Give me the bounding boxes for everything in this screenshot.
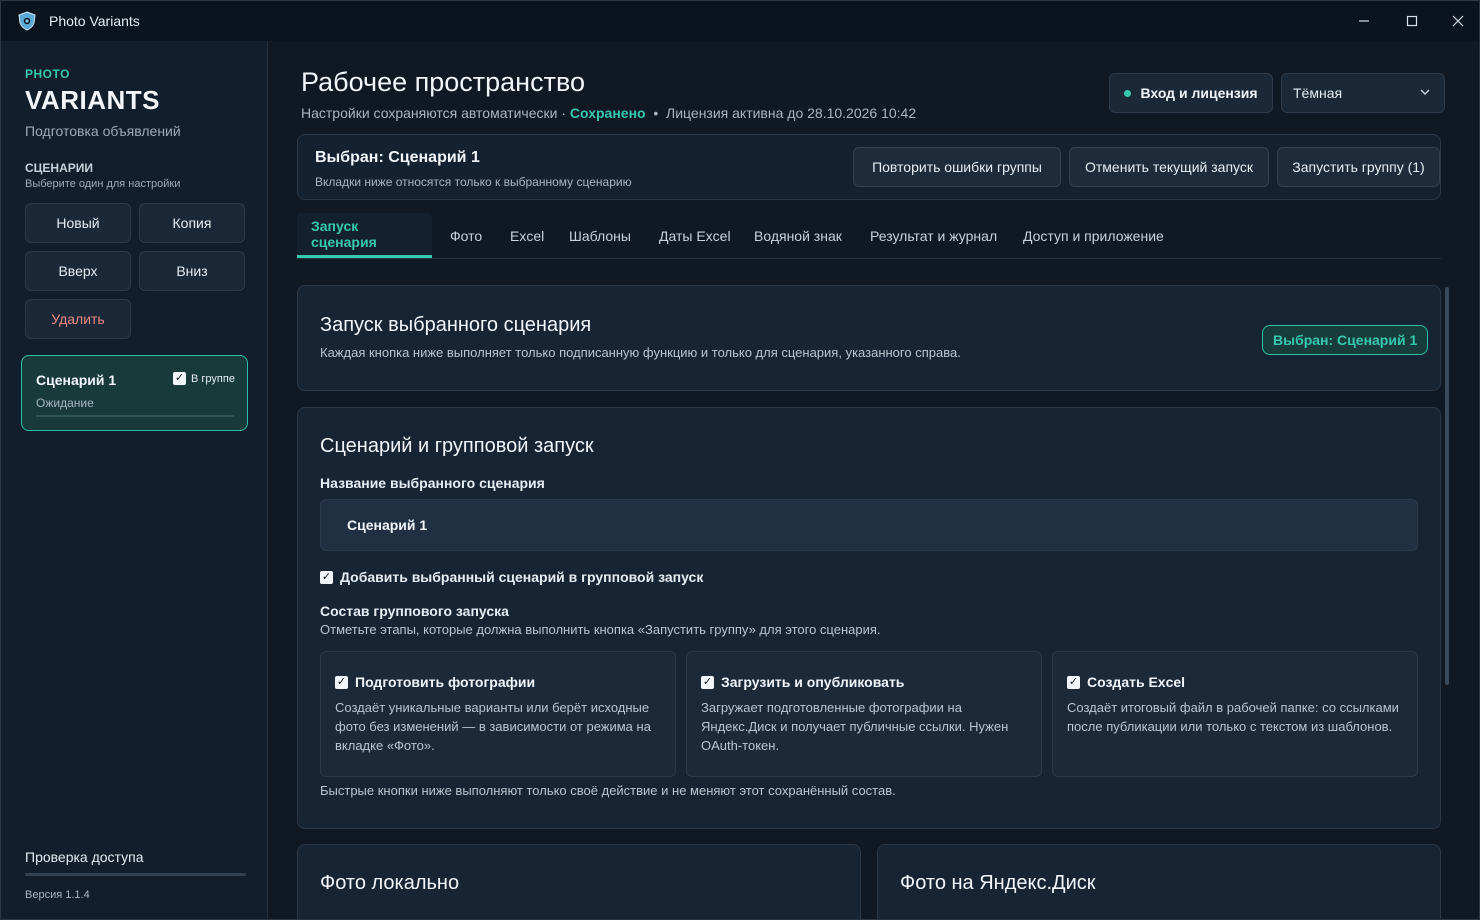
step-title: Создать Excel bbox=[1087, 674, 1186, 690]
photo-local-card: Фото локально bbox=[297, 844, 861, 919]
step-desc: Создаёт итоговый файл в рабочей папке: с… bbox=[1067, 700, 1399, 734]
step-prepare-photos[interactable]: ✓ Подготовить фотографии Создаёт уникаль… bbox=[320, 651, 676, 777]
content-scrollbar[interactable] bbox=[1445, 287, 1449, 685]
checkbox-checked-icon: ✓ bbox=[335, 675, 348, 689]
checkbox-checked-icon: ✓ bbox=[1067, 675, 1080, 689]
app-window: Photo Variants PHOTO VARIANTS Подготовка… bbox=[0, 0, 1480, 920]
launch-card-title: Запуск выбранного сценария bbox=[320, 314, 592, 336]
photo-disk-title: Фото на Яндекс.Диск bbox=[900, 872, 1096, 894]
step-upload-publish[interactable]: ✓ Загрузить и опубликовать Загружает под… bbox=[686, 651, 1042, 777]
composition-title: Состав группового запуска bbox=[320, 603, 509, 619]
launch-card-desc: Каждая кнопка ниже выполняет только подп… bbox=[320, 345, 961, 360]
step-desc: Загружает подготовленные фотографии на Я… bbox=[701, 700, 1009, 753]
checkbox-checked-icon: ✓ bbox=[701, 675, 714, 689]
in-group-checkbox[interactable]: ✓ В группе bbox=[173, 372, 235, 385]
upload-publish-checkbox[interactable]: ✓ Загрузить и опубликовать bbox=[701, 674, 904, 690]
tab-templates[interactable]: Шаблоны bbox=[555, 213, 645, 258]
scenario-name: Сценарий 1 bbox=[36, 372, 117, 388]
selected-scenario-panel: Выбран: Сценарий 1 Вкладки ниже относятс… bbox=[297, 134, 1441, 200]
sidebar: PHOTO VARIANTS Подготовка объявлений СЦЕ… bbox=[1, 41, 268, 919]
copy-scenario-button[interactable]: Копия bbox=[139, 203, 245, 243]
move-up-button[interactable]: Вверх bbox=[25, 251, 131, 291]
cancel-run-button[interactable]: Отменить текущий запуск bbox=[1069, 147, 1269, 187]
checkbox-checked-icon: ✓ bbox=[320, 570, 333, 584]
in-group-label: В группе bbox=[191, 372, 235, 385]
selected-scenario-hint: Вкладки ниже относятся только к выбранно… bbox=[315, 175, 632, 189]
group-run-card: Сценарий и групповой запуск Название выб… bbox=[297, 407, 1441, 829]
launch-card: Запуск выбранного сценария Каждая кнопка… bbox=[297, 285, 1441, 391]
save-status-line: Настройки сохраняются автоматически · Со… bbox=[301, 105, 916, 121]
close-button[interactable] bbox=[1435, 1, 1479, 41]
title-bar[interactable]: Photo Variants bbox=[1, 1, 1479, 41]
scenarios-hint: Выберите один для настройки bbox=[25, 178, 181, 190]
shield-logo-icon bbox=[18, 11, 36, 31]
tab-excel-dates[interactable]: Даты Excel bbox=[645, 213, 745, 258]
autosave-text: Настройки сохраняются автоматически · bbox=[301, 105, 570, 121]
step-title: Подготовить фотографии bbox=[355, 674, 536, 690]
move-down-button[interactable]: Вниз bbox=[139, 251, 245, 291]
run-group-button[interactable]: Запустить группу (1) bbox=[1277, 147, 1440, 187]
add-to-group-label: Добавить выбранный сценарий в групповой … bbox=[340, 569, 704, 585]
prepare-photos-checkbox[interactable]: ✓ Подготовить фотографии bbox=[335, 674, 535, 690]
scenario-name-label: Название выбранного сценария bbox=[320, 475, 545, 491]
access-check-link[interactable]: Проверка доступа bbox=[25, 849, 144, 865]
scroll-content[interactable]: Запуск выбранного сценария Каждая кнопка… bbox=[297, 285, 1441, 919]
login-license-button[interactable]: Вход и лицензия bbox=[1109, 73, 1273, 113]
checkbox-checked-icon: ✓ bbox=[173, 372, 186, 385]
tab-access-app[interactable]: Доступ и приложение bbox=[1009, 213, 1178, 258]
brand-name: VARIANTS bbox=[25, 85, 160, 115]
scenario-status: Ожидание bbox=[36, 396, 94, 410]
page-title: Рабочее пространство bbox=[301, 67, 586, 97]
composition-desc: Отметьте этапы, которые должна выполнить… bbox=[320, 622, 881, 637]
maximize-icon bbox=[1406, 15, 1418, 27]
chevron-down-icon bbox=[1420, 89, 1430, 95]
access-progress-bar bbox=[25, 873, 246, 876]
minimize-icon bbox=[1359, 20, 1369, 22]
tab-excel[interactable]: Excel bbox=[496, 213, 558, 258]
new-scenario-button[interactable]: Новый bbox=[25, 203, 131, 243]
version-label: Версия 1.1.4 bbox=[25, 889, 90, 901]
step-create-excel[interactable]: ✓ Создать Excel Создаёт итоговый файл в … bbox=[1052, 651, 1418, 777]
login-license-label: Вход и лицензия bbox=[1140, 85, 1258, 101]
add-to-group-checkbox[interactable]: ✓ Добавить выбранный сценарий в группово… bbox=[320, 569, 703, 585]
step-desc: Создаёт уникальные варианты или берёт ис… bbox=[335, 700, 651, 753]
scenarios-heading: СЦЕНАРИИ bbox=[25, 161, 94, 175]
maximize-button[interactable] bbox=[1389, 1, 1435, 41]
close-icon bbox=[1452, 15, 1464, 27]
quick-buttons-note: Быстрые кнопки ниже выполняют только сво… bbox=[320, 783, 896, 798]
scenario-card[interactable]: Сценарий 1 ✓ В группе Ожидание bbox=[21, 355, 248, 431]
saved-status: Сохранено bbox=[569, 105, 646, 121]
group-card-title: Сценарий и групповой запуск bbox=[320, 435, 594, 457]
minimize-button[interactable] bbox=[1341, 1, 1387, 41]
status-dot-icon bbox=[1124, 89, 1132, 97]
brand-top: PHOTO bbox=[25, 67, 70, 81]
tab-launch[interactable]: Запуск сценария bbox=[297, 213, 432, 258]
photo-disk-card: Фото на Яндекс.Диск bbox=[877, 844, 1441, 919]
tab-bar: Запуск сценария Фото Excel Шаблоны Даты … bbox=[297, 213, 1441, 259]
scenario-progress-bar bbox=[36, 415, 234, 417]
theme-select[interactable]: Тёмная bbox=[1281, 73, 1445, 113]
photo-local-title: Фото локально bbox=[320, 872, 460, 894]
selected-scenario-badge: Выбран: Сценарий 1 bbox=[1262, 325, 1429, 355]
brand-subtitle: Подготовка объявлений bbox=[25, 123, 181, 139]
license-status: • Лицензия активна до 28.10.2026 10:42 bbox=[645, 105, 917, 121]
tab-watermark[interactable]: Водяной знак bbox=[740, 213, 856, 258]
retry-group-errors-button[interactable]: Повторить ошибки группы bbox=[853, 147, 1061, 187]
step-title: Загрузить и опубликовать bbox=[721, 674, 905, 690]
create-excel-checkbox[interactable]: ✓ Создать Excel bbox=[1067, 674, 1185, 690]
scenario-name-input[interactable]: Сценарий 1 bbox=[320, 499, 1418, 551]
delete-scenario-button[interactable]: Удалить bbox=[25, 299, 131, 339]
tab-photo[interactable]: Фото bbox=[436, 213, 496, 258]
theme-value: Тёмная bbox=[1293, 85, 1343, 101]
selected-scenario-title: Выбран: Сценарий 1 bbox=[315, 149, 480, 166]
window-title: Photo Variants bbox=[49, 13, 140, 29]
tab-result-log[interactable]: Результат и журнал bbox=[856, 213, 1011, 258]
main-area: Рабочее пространство Настройки сохраняют… bbox=[269, 41, 1479, 919]
